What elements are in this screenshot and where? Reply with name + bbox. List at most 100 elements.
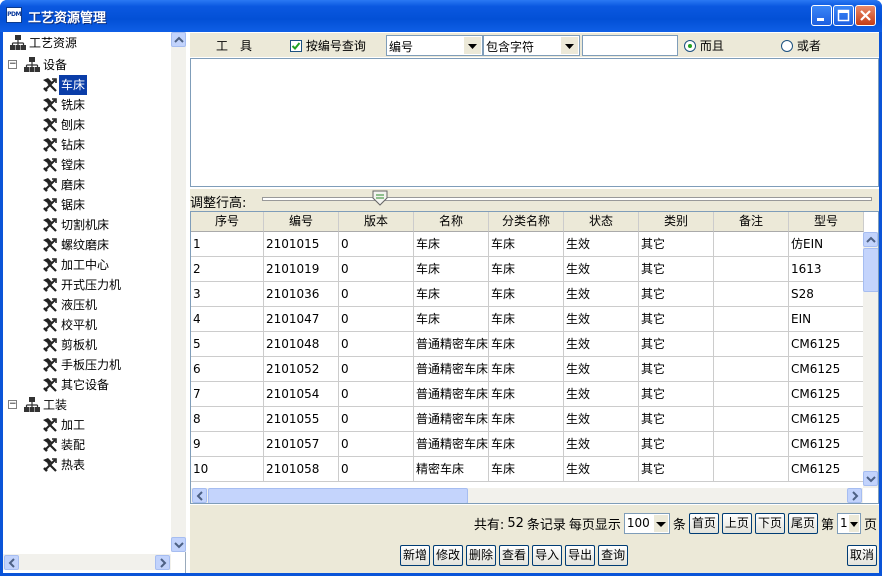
per-page-dropdown-button[interactable] <box>653 514 668 532</box>
table-header: 序号 编号 版本 名称 分类名称 状态 类别 备注 型号 <box>191 212 864 232</box>
delete-button[interactable]: 删除 <box>466 545 497 566</box>
tree-scroll-down-button[interactable] <box>171 537 186 552</box>
table-row[interactable]: 3 2101036 0 车床 车床 生效 其它 S28 <box>191 282 864 307</box>
per-page-select[interactable]: 100 <box>623 512 670 534</box>
by-code-checkbox[interactable]: 按编号查询 <box>290 37 366 54</box>
page-dropdown-button[interactable] <box>848 514 859 532</box>
last-page-button[interactable]: 尾页 <box>787 512 818 534</box>
column-header[interactable]: 类别 <box>639 212 714 232</box>
minimize-button[interactable] <box>811 5 832 26</box>
tree-scroll-left-button[interactable] <box>4 555 19 570</box>
tree-item[interactable]: 加工中心 <box>41 255 111 275</box>
import-button[interactable]: 导入 <box>532 545 563 566</box>
view-button[interactable]: 查看 <box>499 545 530 566</box>
tree-item[interactable]: 开式压力机 <box>41 275 123 295</box>
cancel-button[interactable]: 取消 <box>846 545 877 566</box>
slider-thumb-icon[interactable] <box>372 190 388 206</box>
tree-vscrollbar[interactable] <box>171 32 186 552</box>
tree-group-collapse-icon[interactable]: − <box>8 400 17 409</box>
table-cell: S28 <box>789 282 864 307</box>
table-row[interactable]: 7 2101054 0 普通精密车床 车床 生效 其它 CM6125 <box>191 382 864 407</box>
table-row[interactable]: 5 2101048 0 普通精密车床 车床 生效 其它 CM6125 <box>191 332 864 357</box>
tree-item[interactable]: 手板压力机 <box>41 355 123 375</box>
and-radio-dot[interactable] <box>684 40 696 52</box>
table-scroll-down-button[interactable] <box>863 471 878 486</box>
page-value: 1 <box>839 515 848 530</box>
tree-item[interactable]: 刨床 <box>41 115 87 135</box>
query-conditions-area[interactable] <box>190 58 879 187</box>
tree-item[interactable]: 其它设备 <box>41 375 111 395</box>
table-hscroll-thumb[interactable] <box>208 488 468 503</box>
column-header[interactable]: 序号 <box>191 212 264 232</box>
table-row[interactable]: 6 2101052 0 普通精密车床 车床 生效 其它 CM6125 <box>191 357 864 382</box>
next-page-button[interactable]: 下页 <box>754 512 785 534</box>
table-scroll-up-button[interactable] <box>863 232 878 247</box>
edit-button[interactable]: 修改 <box>433 545 464 566</box>
match-select[interactable]: 包含字符 <box>483 35 580 56</box>
tree-scroll-up-button[interactable] <box>171 32 186 47</box>
or-radio-dot[interactable] <box>781 40 793 52</box>
table-hscrollbar[interactable] <box>191 488 863 503</box>
and-radio[interactable]: 而且 <box>684 37 724 54</box>
tree-item[interactable]: 液压机 <box>41 295 99 315</box>
query-button[interactable]: 查询 <box>598 545 629 566</box>
table-cell: 2101036 <box>264 282 339 307</box>
match-select-dropdown-button[interactable] <box>561 37 578 54</box>
table-row[interactable]: 2 2101019 0 车床 车床 生效 其它 1613 <box>191 257 864 282</box>
table-scroll-right-button[interactable] <box>847 488 862 503</box>
tree-item[interactable]: 车床 <box>41 75 88 95</box>
hierarchy-icon <box>24 57 40 72</box>
column-header[interactable]: 编号 <box>264 212 339 232</box>
tree-item[interactable]: 热表 <box>41 455 87 475</box>
tree-item[interactable]: 校平机 <box>41 315 99 335</box>
or-radio[interactable]: 或者 <box>781 37 821 54</box>
page-select[interactable]: 1 <box>836 512 861 534</box>
tree-item[interactable]: 钻床 <box>41 135 87 155</box>
table-cell: 车床 <box>489 382 564 407</box>
tree-item[interactable]: 加工 <box>41 415 87 435</box>
tree-scroll-right-button[interactable] <box>155 555 170 570</box>
tree-item[interactable]: 磨床 <box>41 175 87 195</box>
add-button[interactable]: 新增 <box>400 545 431 566</box>
tools-icon <box>43 418 57 432</box>
prev-page-button[interactable]: 上页 <box>721 512 752 534</box>
tree-group-0[interactable]: 设备 <box>23 55 69 75</box>
tree-root[interactable]: 工艺资源 <box>9 33 79 53</box>
export-button[interactable]: 导出 <box>565 545 596 566</box>
first-page-button[interactable]: 首页 <box>688 512 719 534</box>
table-row[interactable]: 9 2101057 0 普通精密车床 车床 生效 其它 CM6125 <box>191 432 864 457</box>
maximize-button[interactable] <box>833 5 854 26</box>
column-header[interactable]: 备注 <box>714 212 789 232</box>
column-header[interactable]: 分类名称 <box>489 212 564 232</box>
column-header[interactable]: 状态 <box>564 212 639 232</box>
checkbox-box[interactable] <box>290 40 302 52</box>
field-select[interactable]: 编号 <box>386 35 483 56</box>
tree-item[interactable]: 铣床 <box>41 95 87 115</box>
title-bar[interactable]: PDM 工艺资源管理 <box>0 0 882 32</box>
table-scroll-left-button[interactable] <box>192 488 207 503</box>
tree-group-collapse-icon[interactable]: − <box>8 60 17 69</box>
table-row[interactable]: 4 2101047 0 车床 车床 生效 其它 EIN <box>191 307 864 332</box>
column-header[interactable]: 名称 <box>414 212 489 232</box>
column-header[interactable]: 型号 <box>789 212 864 232</box>
total-suffix: 条记录 <box>526 517 566 533</box>
row-height-slider[interactable] <box>262 197 872 201</box>
tree-item[interactable]: 剪板机 <box>41 335 99 355</box>
table-cell: 车床 <box>489 332 564 357</box>
column-header[interactable]: 版本 <box>339 212 414 232</box>
tree-item[interactable]: 螺纹磨床 <box>41 235 111 255</box>
table-row[interactable]: 10 2101058 0 精密车床 车床 生效 其它 CM6125 <box>191 457 864 482</box>
tree-item[interactable]: 镗床 <box>41 155 87 175</box>
tree-item[interactable]: 装配 <box>41 435 87 455</box>
table-row[interactable]: 1 2101015 0 车床 车床 生效 其它 仿EIN <box>191 232 864 257</box>
table-row[interactable]: 8 2101055 0 普通精密车床 车床 生效 其它 CM6125 <box>191 407 864 432</box>
tree-group-1[interactable]: 工装 <box>23 395 69 415</box>
table-vscrollbar[interactable] <box>863 232 878 488</box>
field-select-dropdown-button[interactable] <box>464 37 481 54</box>
table-vscroll-thumb[interactable] <box>863 248 878 292</box>
search-input[interactable] <box>582 35 678 56</box>
tree-item[interactable]: 锯床 <box>41 195 87 215</box>
tree-item[interactable]: 切割机床 <box>41 215 111 235</box>
tree-hscrollbar[interactable] <box>3 554 171 570</box>
close-button[interactable] <box>855 5 876 26</box>
